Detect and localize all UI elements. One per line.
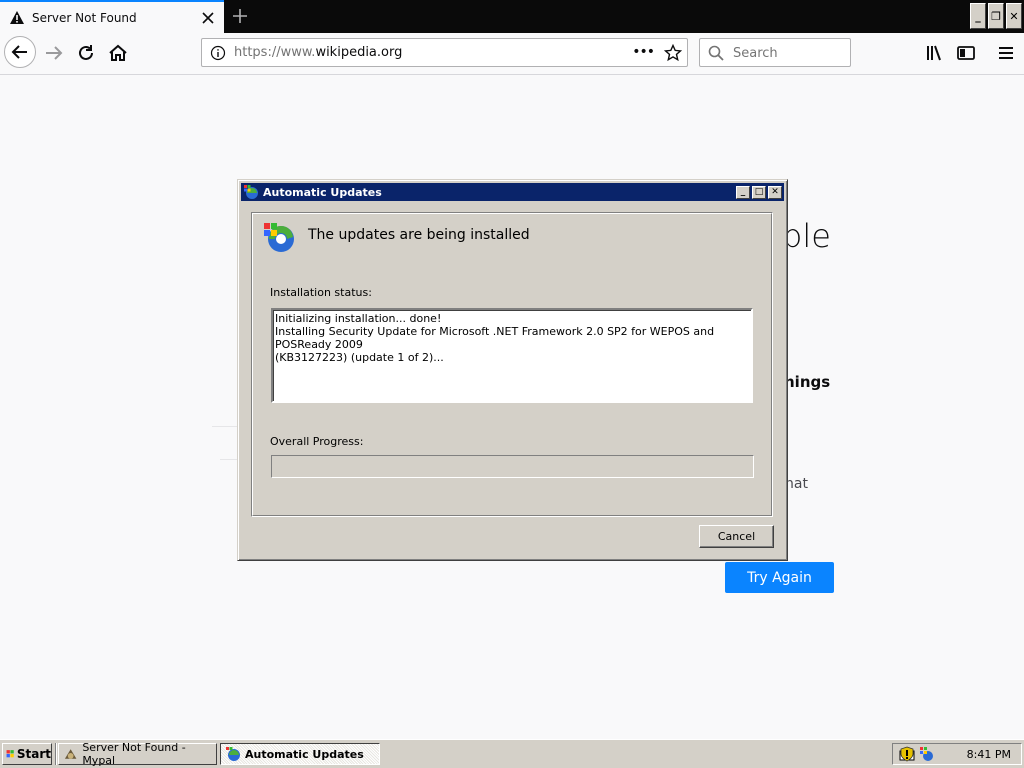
dialog-close-button[interactable]: ✕	[768, 185, 782, 199]
mypal-browser-icon	[64, 749, 77, 759]
restore-window-button[interactable]: ❐	[988, 3, 1004, 29]
windows-update-tray-icon[interactable]	[919, 746, 935, 762]
search-icon	[708, 45, 724, 61]
tab-title: Server Not Found	[32, 10, 137, 25]
forward-arrow-icon[interactable]	[43, 42, 65, 64]
search-input[interactable]	[731, 42, 845, 64]
overall-progress-label: Overall Progress:	[270, 435, 364, 448]
windows-logo-icon	[6, 750, 14, 758]
page-actions-icon[interactable]: •••	[632, 44, 655, 60]
nav-toolbar: https://www.wikipedia.org •••	[0, 33, 1024, 75]
windows-update-icon	[264, 223, 294, 252]
home-icon[interactable]	[107, 42, 129, 64]
error-text-fragment: hat	[785, 476, 808, 492]
security-shield-icon[interactable]	[899, 746, 915, 762]
installation-status-log[interactable]: Initializing installation... done! Insta…	[271, 308, 753, 403]
task-label: Server Not Found - Mypal	[82, 741, 186, 767]
start-button[interactable]: Start	[2, 743, 52, 765]
windows-update-icon	[226, 747, 240, 761]
automatic-updates-dialog: Automatic Updates _ □ ✕ The updates are …	[237, 179, 788, 561]
dialog-heading: The updates are being installed	[308, 227, 530, 243]
url-text: https://www.wikipedia.org	[234, 45, 402, 60]
overall-progress-bar	[271, 455, 754, 478]
info-icon[interactable]	[210, 45, 226, 61]
dialog-maximize-button[interactable]: □	[752, 185, 766, 199]
taskbar: Start Server Not Found - Mypal Automatic…	[0, 739, 1024, 768]
windows-update-icon	[244, 185, 258, 199]
reload-icon[interactable]	[75, 42, 97, 64]
cancel-button[interactable]: Cancel	[699, 525, 774, 548]
url-scheme: https://www.	[234, 45, 316, 60]
divider	[212, 426, 238, 427]
divider	[220, 459, 238, 460]
installation-status-label: Installation status:	[270, 286, 372, 299]
back-button[interactable]	[4, 36, 36, 68]
taskbar-separator	[55, 743, 57, 765]
dialog-minimize-button[interactable]: _	[736, 185, 750, 199]
error-list-fragment: hings	[784, 373, 831, 391]
dialog-titlebar[interactable]: Automatic Updates _ □ ✕	[241, 183, 784, 201]
minimize-window-button[interactable]: _	[970, 3, 986, 29]
library-icon[interactable]	[924, 42, 946, 64]
warning-icon	[10, 10, 24, 24]
menu-icon[interactable]	[995, 42, 1017, 64]
url-host: wikipedia.org	[315, 45, 403, 60]
search-box[interactable]	[699, 38, 851, 67]
task-label: Automatic Updates	[245, 747, 364, 761]
start-label: Start	[16, 747, 51, 761]
dialog-title: Automatic Updates	[263, 185, 382, 199]
try-again-button[interactable]: Try Again	[725, 562, 834, 593]
close-window-button[interactable]: ✕	[1006, 3, 1022, 29]
sidebar-icon[interactable]	[955, 42, 977, 64]
bookmark-star-icon[interactable]	[664, 44, 682, 62]
window-controls: _ ❐ ✕	[970, 3, 1022, 29]
new-tab-icon[interactable]	[232, 8, 248, 24]
tab-server-not-found[interactable]: Server Not Found	[0, 0, 224, 33]
system-tray: 8:41 PM	[892, 743, 1022, 765]
url-bar[interactable]: https://www.wikipedia.org •••	[201, 38, 688, 67]
back-arrow-icon	[11, 45, 27, 59]
error-title-fragment: ble	[782, 217, 831, 255]
close-tab-icon[interactable]	[202, 11, 214, 24]
task-button-browser[interactable]: Server Not Found - Mypal	[58, 741, 217, 767]
tab-strip: Server Not Found _ ❐ ✕	[0, 0, 1024, 33]
task-button-automatic-updates[interactable]: Automatic Updates	[220, 743, 380, 765]
taskbar-clock: 8:41 PM	[966, 748, 1011, 761]
